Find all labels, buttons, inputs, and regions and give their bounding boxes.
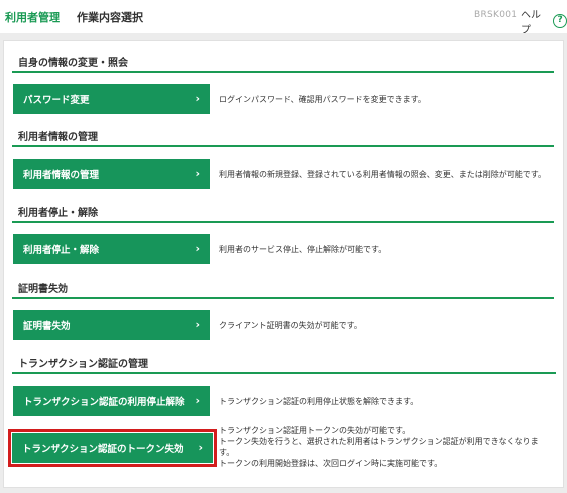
user-suspend-description: 利用者のサービス停止、停止解除が可能です。 bbox=[219, 245, 387, 254]
user-info-management-button[interactable]: 利用者情報の管理 › bbox=[13, 159, 210, 189]
certificate-revoke-description: クライアント証明書の失効が可能です。 bbox=[219, 321, 362, 330]
heading-rule bbox=[12, 145, 554, 147]
password-change-label: パスワード変更 bbox=[23, 95, 90, 106]
heading-self-info: 自身の情報の変更・照会 bbox=[18, 58, 128, 69]
chevron-right-icon: › bbox=[195, 318, 200, 331]
help-icon[interactable]: ? bbox=[553, 14, 567, 28]
certificate-revoke-label: 証明書失効 bbox=[23, 321, 71, 332]
transaction-auth-unsuspend-button[interactable]: トランザクション認証の利用停止解除 › bbox=[13, 386, 210, 416]
section-label: 利用者管理 bbox=[5, 11, 60, 24]
password-change-description: ログインパスワード、確認用パスワードを変更できます。 bbox=[219, 95, 426, 104]
password-change-button[interactable]: パスワード変更 › bbox=[13, 84, 210, 114]
certificate-revoke-button[interactable]: 証明書失効 › bbox=[13, 310, 210, 340]
heading-rule bbox=[12, 221, 554, 223]
transaction-auth-unsuspend-description: トランザクション認証の利用停止状態を解除できます。 bbox=[219, 397, 419, 406]
help-link[interactable]: ヘルプ ? bbox=[521, 6, 567, 36]
heading-user-info: 利用者情報の管理 bbox=[18, 132, 98, 143]
page-title: 作業内容選択 bbox=[77, 11, 143, 24]
heading-rule bbox=[12, 372, 556, 374]
transaction-auth-token-revoke-description: トランザクション認証用トークンの失効が可能です。 トークン失効を行うと、選択され… bbox=[219, 426, 539, 468]
heading-rule bbox=[12, 71, 554, 73]
chevron-right-icon: › bbox=[195, 167, 200, 180]
help-label: ヘルプ bbox=[521, 10, 541, 36]
heading-rule bbox=[12, 297, 554, 299]
heading-transaction-auth: トランザクション認証の管理 bbox=[18, 359, 148, 370]
chevron-right-icon: › bbox=[198, 441, 203, 454]
transaction-auth-token-revoke-label: トランザクション認証のトークン失効 bbox=[22, 444, 184, 455]
user-info-management-label: 利用者情報の管理 bbox=[23, 170, 100, 181]
transaction-auth-unsuspend-label: トランザクション認証の利用停止解除 bbox=[23, 397, 185, 408]
transaction-auth-token-revoke-button[interactable]: トランザクション認証のトークン失効 › bbox=[12, 433, 213, 463]
user-suspend-label: 利用者停止・解除 bbox=[23, 245, 100, 256]
chevron-right-icon: › bbox=[195, 92, 200, 105]
screen-id: BRSK001 bbox=[474, 10, 518, 20]
chevron-right-icon: › bbox=[195, 242, 200, 255]
heading-certificate-revoke: 証明書失効 bbox=[18, 284, 68, 295]
user-suspend-button[interactable]: 利用者停止・解除 › bbox=[13, 234, 210, 264]
chevron-right-icon: › bbox=[195, 394, 200, 407]
top-bar: 利用者管理 作業内容選択 BRSK001 ヘルプ ? bbox=[0, 0, 567, 36]
heading-user-suspend: 利用者停止・解除 bbox=[18, 208, 98, 219]
user-info-description: 利用者情報の新規登録、登録されている利用者情報の照会、変更、または削除が可能です… bbox=[219, 170, 546, 179]
